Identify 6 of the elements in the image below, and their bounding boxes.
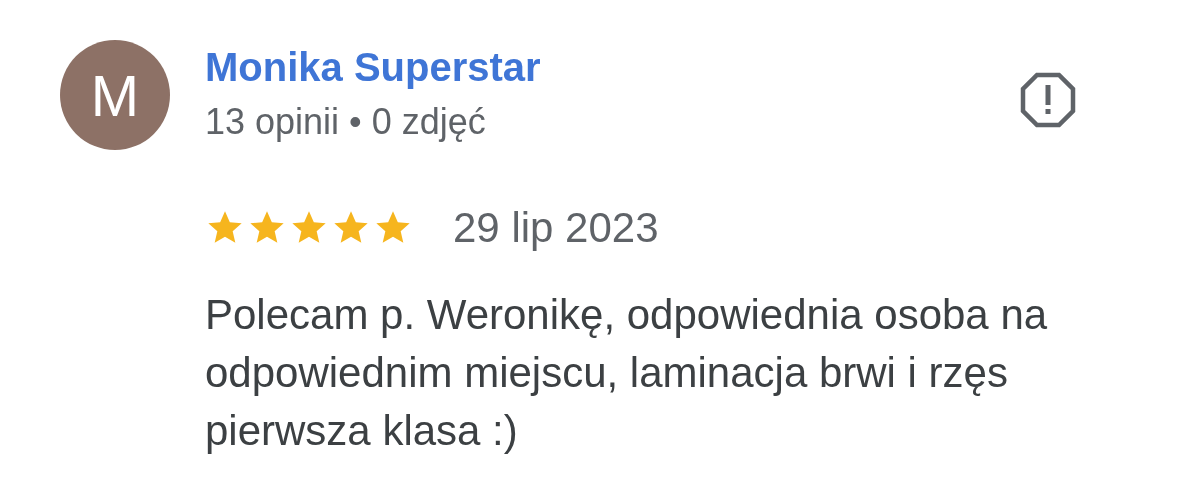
- author-name[interactable]: Monika Superstar: [205, 44, 541, 90]
- avatar: M: [60, 40, 170, 150]
- review-date: 29 lip 2023: [453, 204, 659, 252]
- review-text: Polecam p. Weronikę, odpowiednia osoba na odpowiednim miejscu, laminacja brwi i rzęs pierwsza klasa :): [205, 290, 1049, 456]
- report-icon[interactable]: [1020, 72, 1076, 128]
- author-stats: 13 opinii • 0 zdjęć: [205, 102, 486, 142]
